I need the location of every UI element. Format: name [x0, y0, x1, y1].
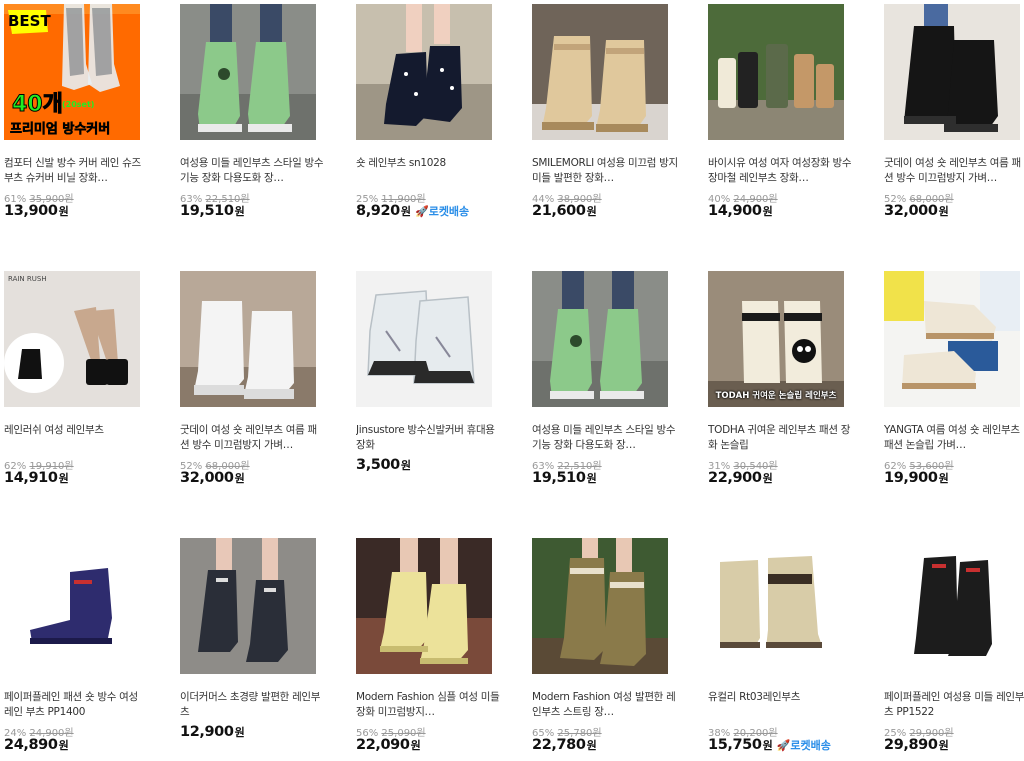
product-image[interactable] — [884, 271, 1020, 407]
best-badge: BEST — [8, 12, 51, 30]
sale-price: 21,600 — [532, 203, 586, 219]
sale-price: 14,900 — [708, 203, 762, 219]
sale-price: 19,510 — [180, 203, 234, 219]
sale-price: 22,090 — [356, 737, 410, 753]
price-row: 14,900 원 — [708, 203, 777, 219]
product-image[interactable] — [532, 4, 668, 140]
currency-unit: 원 — [586, 205, 597, 218]
product-title[interactable]: 여성용 미들 레인부츠 스타일 방수 기능 장화 다용도화 장… — [532, 423, 678, 453]
product-title[interactable]: 여성용 미들 레인부츠 스타일 방수 기능 장화 다용도화 장… — [180, 156, 326, 186]
product-title[interactable]: 페이퍼플레인 여성용 미들 레인부츠 PP1522 — [884, 690, 1024, 720]
product-image[interactable]: RAIN RUSH — [4, 271, 140, 407]
price-row: 14,910 원 — [4, 470, 73, 486]
currency-unit: 원 — [938, 739, 949, 752]
product-image[interactable] — [180, 538, 316, 674]
price-row: 19,900 원 — [884, 470, 953, 486]
product-image[interactable] — [180, 271, 316, 407]
currency-unit: 원 — [234, 205, 245, 218]
currency-unit: 원 — [58, 739, 69, 752]
rocket-delivery-badge: 🚀로켓배송 — [415, 205, 470, 218]
product-title[interactable]: 컴포터 신발 방수 커버 레인 슈즈 부츠 슈커버 비닐 장화… — [4, 156, 150, 186]
brand-logo-text: RAIN RUSH — [8, 275, 47, 283]
currency-unit: 원 — [938, 472, 949, 485]
product-title[interactable]: 숏 레인부츠 sn1028 — [356, 156, 502, 186]
product-image[interactable]: TODAH 귀여운 논슬립 레인부츠 — [708, 271, 844, 407]
sale-price: 32,000 — [180, 470, 234, 486]
currency-unit: 원 — [762, 472, 773, 485]
promo-count-text: 40개 — [12, 92, 64, 118]
price-row: 29,890 원 — [884, 737, 953, 753]
price-row: 3,500 원 — [356, 457, 415, 473]
product-image[interactable] — [4, 538, 140, 674]
price-row: 22,090 원 — [356, 737, 425, 753]
image-caption: TODAH 귀여운 논슬립 레인부츠 — [715, 391, 837, 401]
price-row: 22,900 원 — [708, 470, 777, 486]
sale-price: 29,890 — [884, 737, 938, 753]
product-image[interactable] — [532, 538, 668, 674]
product-image[interactable] — [180, 4, 316, 140]
currency-unit: 원 — [234, 472, 245, 485]
sale-price: 19,510 — [532, 470, 586, 486]
sale-price: 22,900 — [708, 470, 762, 486]
product-image[interactable] — [708, 4, 844, 140]
sale-price: 3,500 — [356, 457, 400, 473]
product-title[interactable]: 바이시유 여성 여자 여성장화 방수 장마철 레인부츠 장화… — [708, 156, 854, 186]
currency-unit: 원 — [410, 739, 421, 752]
promo-line-text: 프리미엄 방수커버 — [10, 122, 111, 138]
price-row: 12,900 원 — [180, 724, 249, 740]
currency-unit: 원 — [234, 726, 245, 739]
price-row: 19,510 원 — [180, 203, 249, 219]
product-title[interactable]: Modern Fashion 심플 여성 미들 장화 미끄럼방지… — [356, 690, 502, 720]
sale-price: 12,900 — [180, 724, 234, 740]
product-image[interactable] — [356, 538, 492, 674]
product-title[interactable]: Modern Fashion 여성 발편한 레인부츠 스트링 장… — [532, 690, 678, 720]
currency-unit: 원 — [586, 472, 597, 485]
sale-price: 14,910 — [4, 470, 58, 486]
sale-price: 13,900 — [4, 203, 58, 219]
price-row: 15,750 원 🚀로켓배송 — [708, 737, 831, 753]
price-row: 32,000 원 — [180, 470, 249, 486]
product-title[interactable]: SMILEMORLI 여성용 미끄럼 방지 미들 발편한 장화… — [532, 156, 678, 186]
product-image[interactable] — [356, 271, 492, 407]
product-image[interactable] — [356, 4, 492, 140]
sale-price: 22,780 — [532, 737, 586, 753]
currency-unit: 원 — [400, 205, 411, 218]
price-row: 21,600 원 — [532, 203, 601, 219]
sale-price: 15,750 — [708, 737, 762, 753]
product-title[interactable]: Jinsustore 방수신발커버 휴대용 장화 — [356, 423, 502, 453]
product-grid: BEST 40개 (20set) 프리미엄 방수커버 컴포터 신발 방수 커버 … — [0, 0, 1024, 761]
currency-unit: 원 — [938, 205, 949, 218]
product-title[interactable]: 굿데이 여성 숏 레인부츠 여름 패션 방수 미끄럼방지 가벼… — [180, 423, 326, 453]
price-row: 24,890 원 — [4, 737, 73, 753]
product-title[interactable]: 유컬리 Rt03레인부츠 — [708, 690, 854, 720]
product-image[interactable] — [708, 538, 844, 674]
price-row: 19,510 원 — [532, 470, 601, 486]
sale-price: 19,900 — [884, 470, 938, 486]
currency-unit: 원 — [58, 472, 69, 485]
product-title[interactable]: YANGTA 여름 여성 숏 레인부츠 패션 논슬립 가벼… — [884, 423, 1024, 453]
product-title[interactable]: TODHA 귀여운 레인부츠 패션 장화 논슬립 — [708, 423, 854, 453]
price-row: 22,780 원 — [532, 737, 601, 753]
promo-sub-text: (20set) — [62, 100, 95, 109]
sale-price: 24,890 — [4, 737, 58, 753]
product-image[interactable] — [884, 4, 1020, 140]
product-title[interactable]: 레인러쉬 여성 레인부츠 — [4, 423, 150, 453]
sale-price: 8,920 — [356, 203, 400, 219]
sale-price: 32,000 — [884, 203, 938, 219]
product-image[interactable] — [884, 538, 1020, 674]
product-image[interactable]: BEST 40개 (20set) 프리미엄 방수커버 — [4, 4, 140, 140]
product-title[interactable]: 이더커머스 초경량 발편한 레인부츠 — [180, 690, 326, 720]
currency-unit: 원 — [400, 459, 411, 472]
price-row: 32,000 원 — [884, 203, 953, 219]
currency-unit: 원 — [586, 739, 597, 752]
product-title[interactable]: 페이퍼플레인 패션 숏 방수 여성 레인 부츠 PP1400 — [4, 690, 150, 720]
price-row: 8,920 원 🚀로켓배송 — [356, 203, 469, 219]
currency-unit: 원 — [58, 205, 69, 218]
price-row: 13,900 원 — [4, 203, 73, 219]
product-image[interactable] — [532, 271, 668, 407]
currency-unit: 원 — [762, 205, 773, 218]
currency-unit: 원 — [762, 739, 773, 752]
rocket-delivery-badge: 🚀로켓배송 — [776, 739, 831, 752]
product-title[interactable]: 굿데이 여성 숏 레인부츠 여름 패션 방수 미끄럼방지 가벼… — [884, 156, 1024, 186]
